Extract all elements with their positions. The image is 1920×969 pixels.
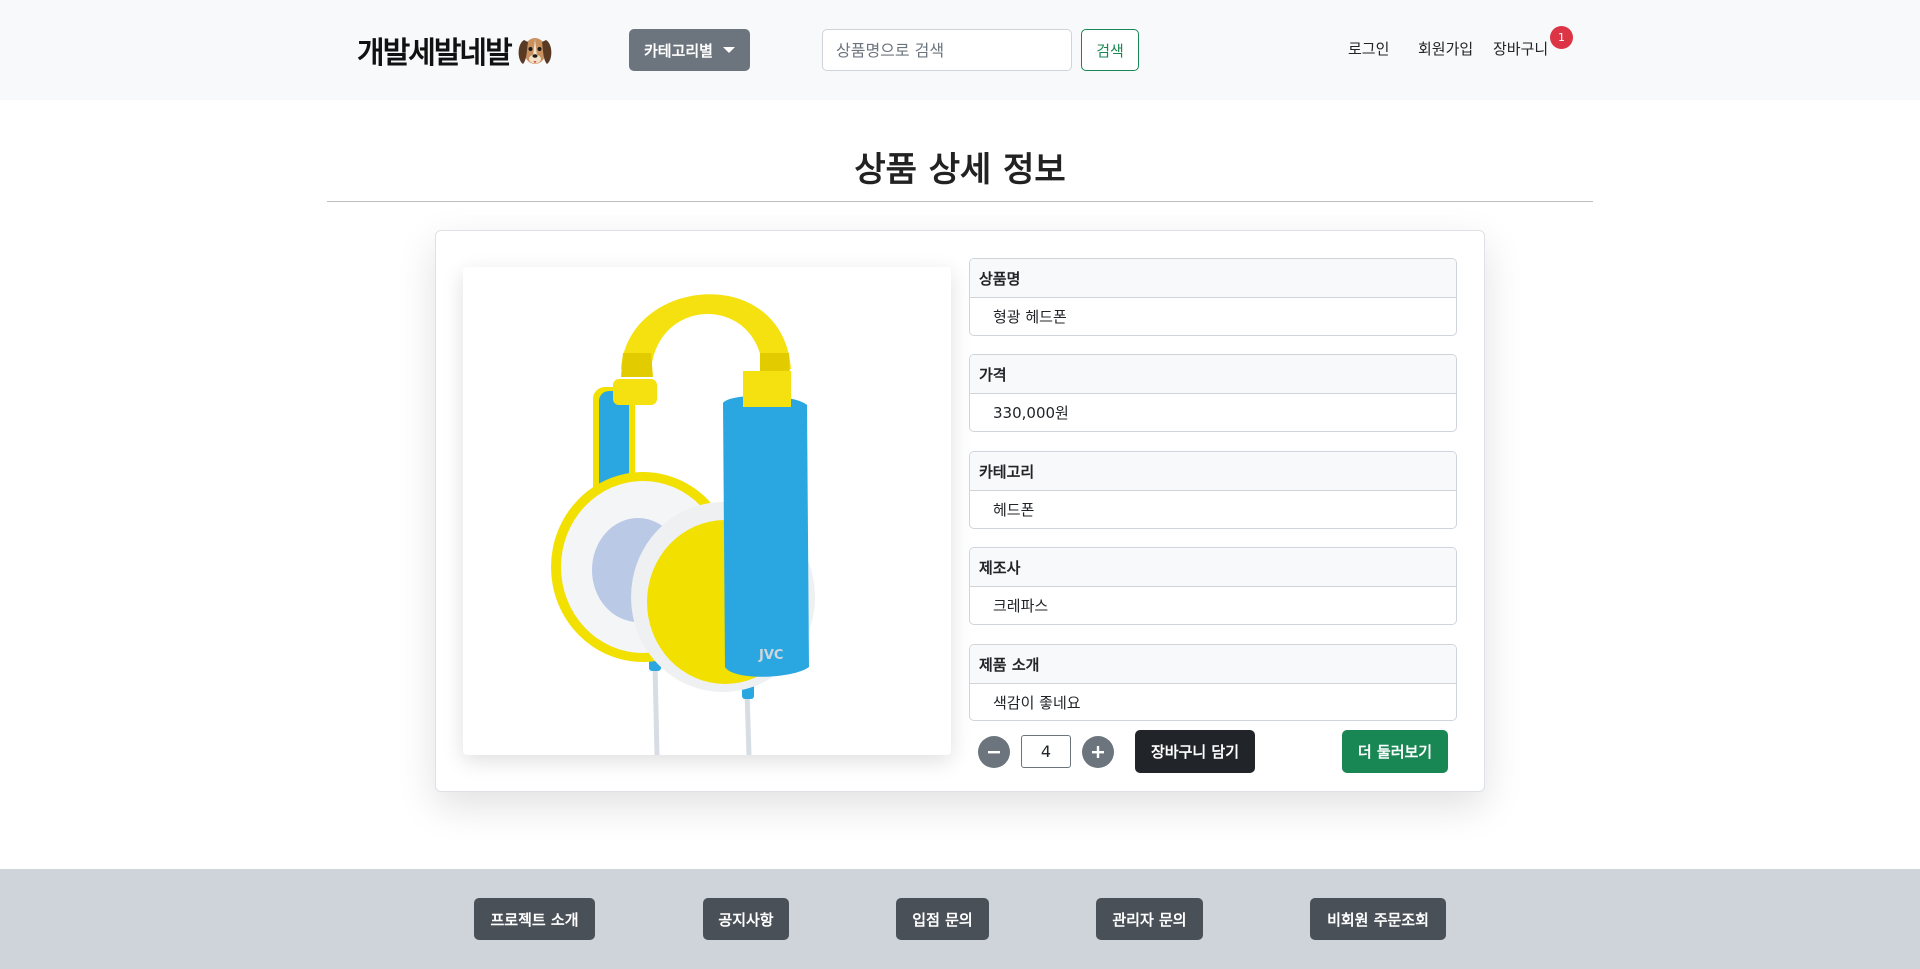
browse-more-button[interactable]: 더 둘러보기 [1342,730,1448,773]
caret-down-icon [723,47,735,53]
category-dropdown-label: 카테고리별 [643,41,713,60]
footer-guest-order-button[interactable]: 비회원 주문조회 [1310,898,1446,940]
quantity-increase-button[interactable] [1082,736,1114,768]
field-label: 가격 [970,355,1456,394]
field-label: 카테고리 [970,452,1456,491]
footer-project-intro-button[interactable]: 프로젝트 소개 [474,898,595,940]
cart-link[interactable]: 장바구니 [1493,38,1548,59]
search-button[interactable]: 검색 [1081,29,1139,71]
field-value: 색감이 좋네요 [993,693,1081,712]
product-maker-field: 제조사 크레파스 [969,547,1457,625]
footer-vendor-inquiry-button[interactable]: 입점 문의 [896,898,989,940]
field-label: 제조사 [970,548,1456,587]
login-link[interactable]: 로그인 [1348,38,1389,59]
logo-text: 개발세발네발 [357,36,513,71]
field-label: 상품명 [970,259,1456,298]
quantity-input[interactable] [1021,735,1071,768]
footer-notice-button[interactable]: 공지사항 [703,898,789,940]
jvc-brand-text: JVC [758,648,783,663]
dog-icon [518,38,551,64]
field-value: 330,000원 [993,404,1069,422]
title-divider [327,201,1593,202]
category-dropdown-button[interactable]: 카테고리별 [629,29,750,71]
product-image: JVC [463,267,951,755]
product-name-field: 상품명 형광 헤드폰 [969,258,1457,336]
field-value: 형광 헤드폰 [993,308,1067,326]
product-price-field: 가격 330,000원 [969,354,1457,432]
plus-icon [1092,746,1104,758]
quantity-decrease-button[interactable] [978,736,1010,768]
headphones-image: JVC [551,294,815,755]
product-category-field: 카테고리 헤드폰 [969,451,1457,529]
add-to-cart-button[interactable]: 장바구니 담기 [1135,730,1255,773]
page-title: 상품 상세 정보 [854,150,1066,190]
search-input[interactable] [822,29,1072,71]
field-value: 크레파스 [993,597,1049,615]
field-value: 헤드폰 [993,501,1035,519]
minus-icon [988,751,1000,754]
field-label: 제품 소개 [970,645,1456,684]
site-logo[interactable]: 개발세발네발 [357,28,555,72]
signup-link[interactable]: 회원가입 [1418,38,1473,59]
product-description-field: 제품 소개 색감이 좋네요 [969,644,1457,721]
footer-admin-inquiry-button[interactable]: 관리자 문의 [1096,898,1203,940]
cart-count-badge: 1 [1550,26,1573,49]
